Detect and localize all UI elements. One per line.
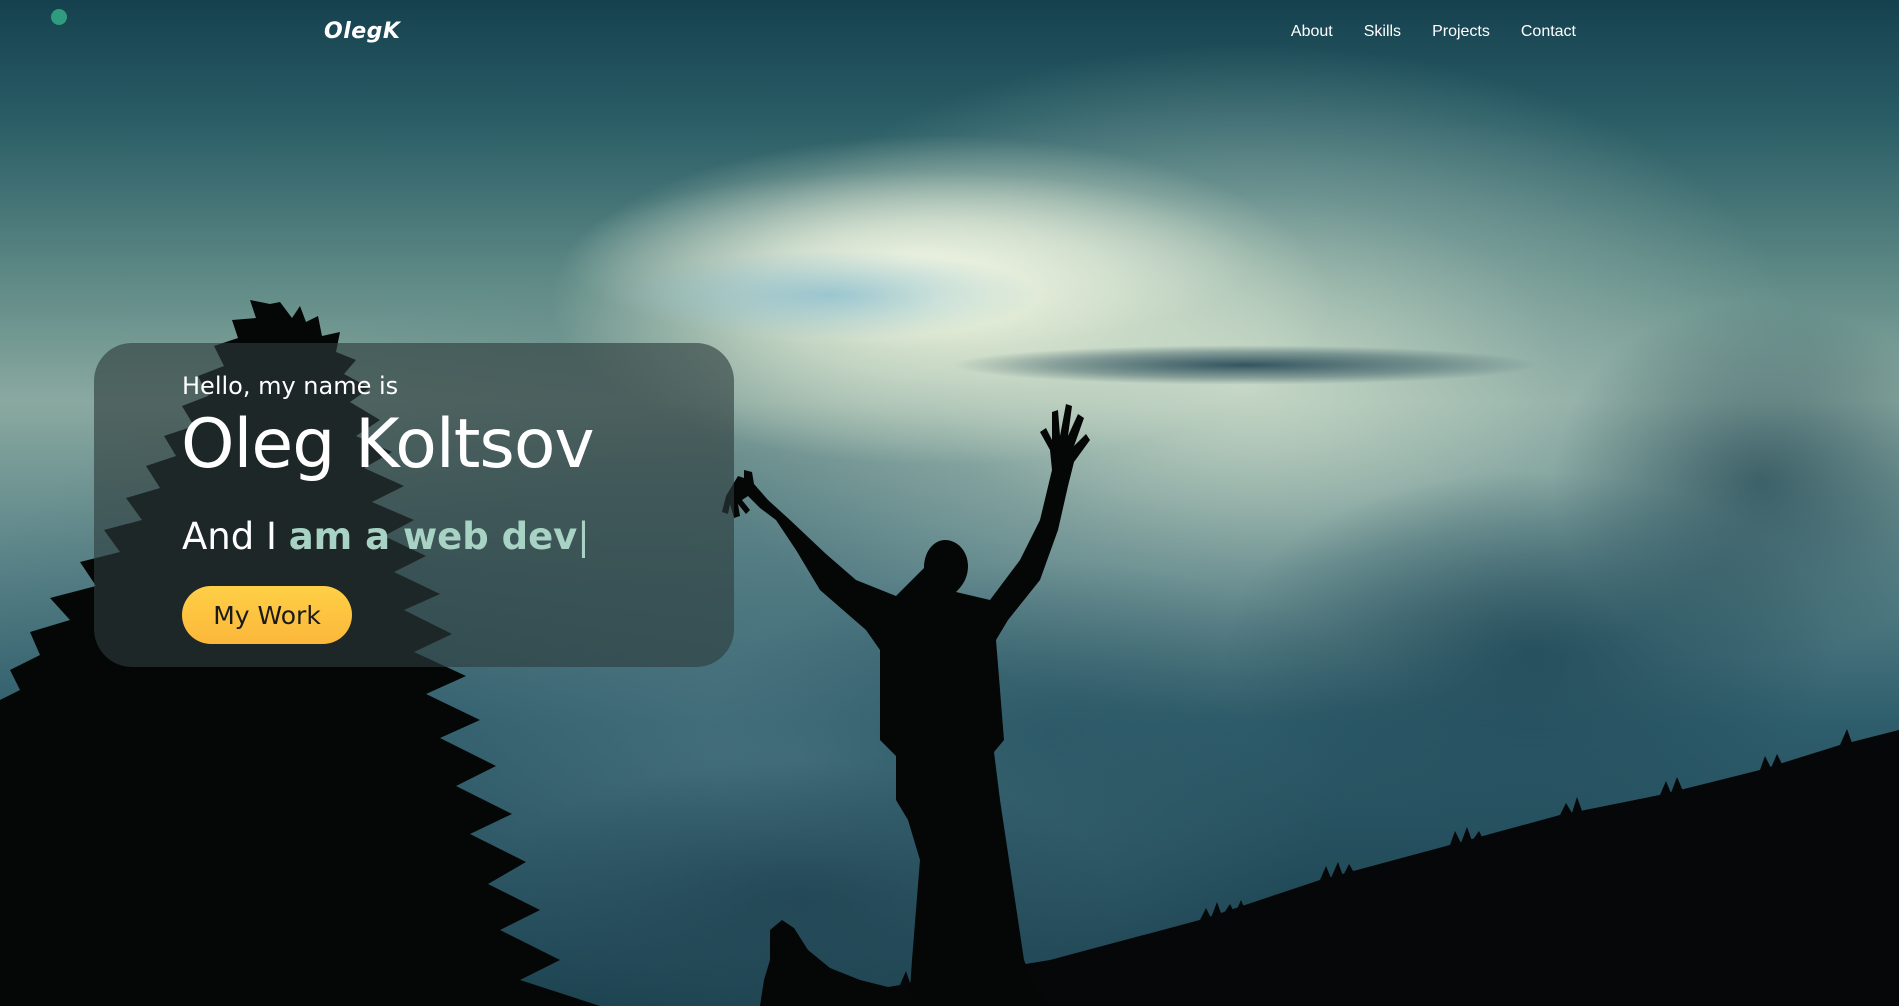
nav-links: About Skills Projects Contact bbox=[1291, 23, 1576, 41]
site-logo[interactable]: OlegK bbox=[324, 19, 400, 44]
nav-link-about[interactable]: About bbox=[1291, 23, 1333, 41]
intro-card: Hello, my name is Oleg Koltsov And I am … bbox=[94, 343, 734, 667]
typed-role: am a web dev bbox=[288, 515, 578, 558]
role-line: And I am a web dev| bbox=[182, 515, 590, 558]
role-prefix: And I bbox=[182, 515, 289, 558]
hero-background: OlegK About Skills Projects Contact Hell… bbox=[0, 0, 1899, 1006]
hero-name: Oleg Koltsov bbox=[181, 405, 595, 484]
greeting-text: Hello, my name is bbox=[182, 372, 399, 400]
typing-cursor: | bbox=[577, 515, 590, 558]
dog-silhouette bbox=[760, 920, 904, 1006]
nav-link-skills[interactable]: Skills bbox=[1364, 23, 1401, 41]
my-work-button[interactable]: My Work bbox=[182, 586, 352, 644]
nav-link-projects[interactable]: Projects bbox=[1432, 23, 1490, 41]
person-silhouette bbox=[722, 404, 1090, 1006]
nav-link-contact[interactable]: Contact bbox=[1521, 23, 1576, 41]
top-navbar: OlegK About Skills Projects Contact bbox=[0, 0, 1899, 66]
